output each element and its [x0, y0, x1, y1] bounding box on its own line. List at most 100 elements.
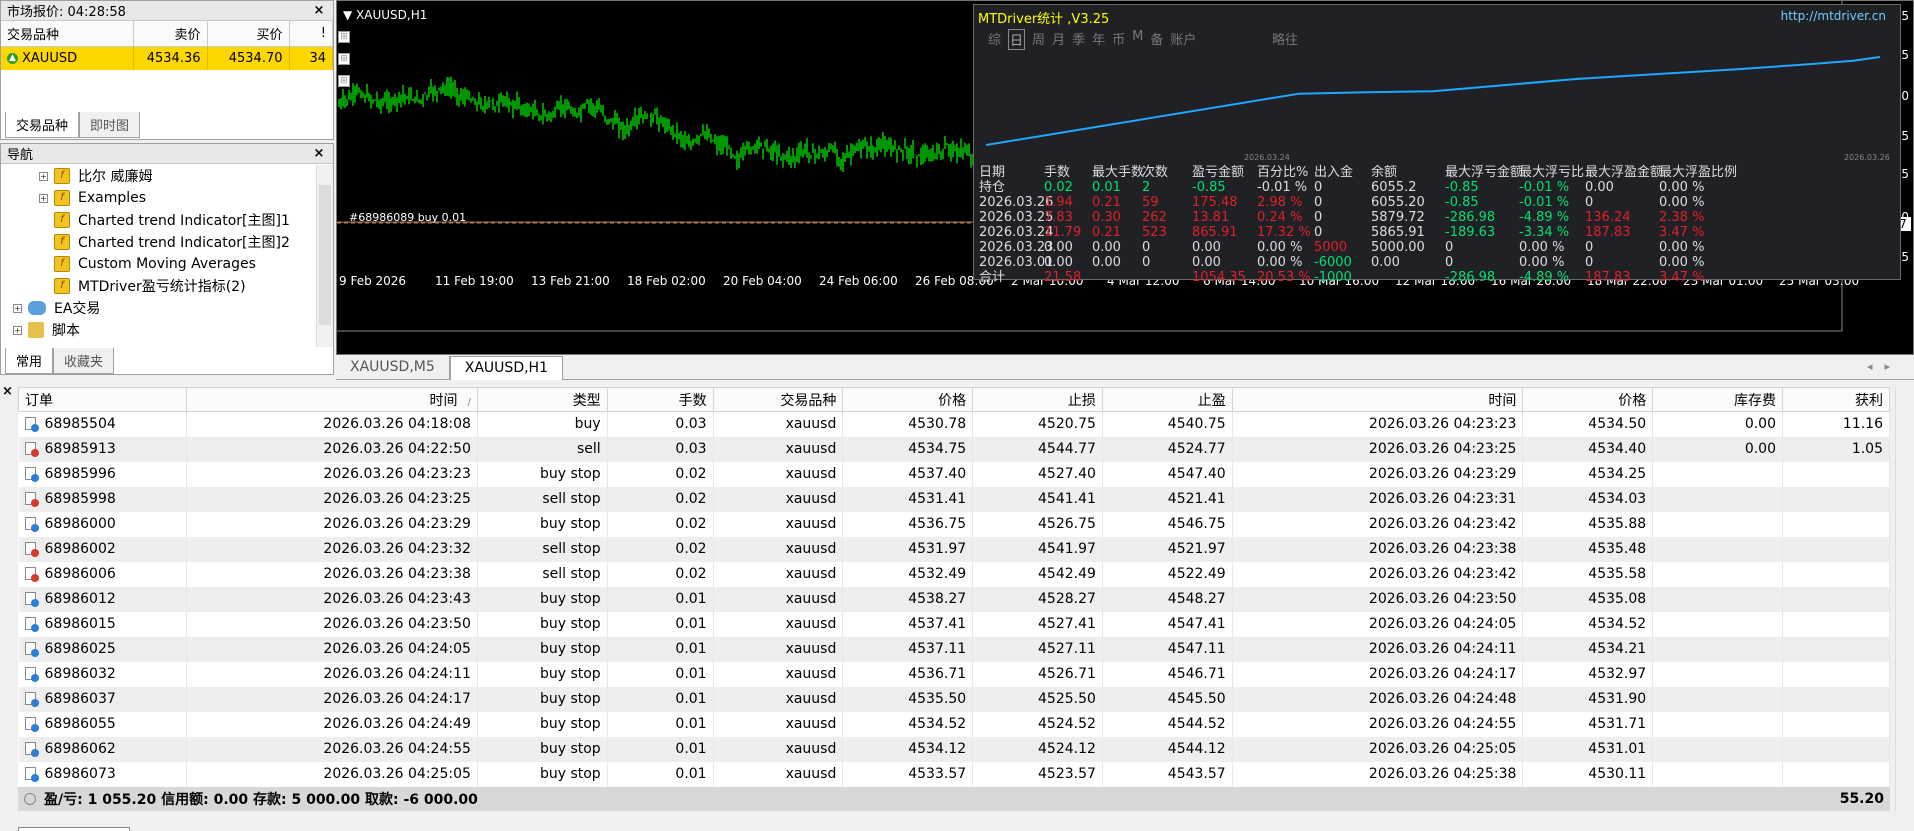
stats-cell: 0.00 — [1192, 255, 1221, 270]
period-tab[interactable]: M — [1132, 29, 1143, 50]
panel-toggle-icon[interactable]: ⊞ — [338, 53, 350, 65]
tab-tick-chart[interactable]: 即时图 — [79, 112, 141, 138]
column-header[interactable]: 价格 — [1522, 387, 1654, 412]
column-header[interactable]: 交易品种 — [712, 387, 844, 412]
period-tab[interactable]: 季 — [1072, 29, 1085, 50]
table-cell: 0.02 — [607, 536, 714, 562]
column-header[interactable]: 时间 / — [186, 387, 478, 412]
market-watch-table: 交易品种 卖价 买价 ! ▲ XAUUSD 4534.36 4534.70 34 — [1, 21, 333, 70]
table-row[interactable]: 68986012 2026.03.26 04:23:43 buy stop 0.01 x… — [18, 586, 1891, 612]
period-tab[interactable]: 账户 — [1170, 29, 1196, 50]
table-cell — [1652, 561, 1783, 587]
terminal-bottom-tab[interactable] — [18, 827, 130, 831]
navigator-item[interactable]: f Custom Moving Averages — [1, 253, 317, 275]
column-header[interactable]: 价格 — [842, 387, 974, 412]
buy-order-icon — [24, 617, 39, 632]
period-tab[interactable]: 周 — [1032, 29, 1045, 50]
table-row[interactable]: 68986032 2026.03.26 04:24:11 buy stop 0.01 x… — [18, 661, 1891, 687]
tab-chart-m5[interactable]: XAUUSD,M5 — [336, 356, 450, 380]
tab-symbols[interactable]: 交易品种 — [5, 112, 80, 138]
navigator-titlebar: 导航 × — [1, 144, 333, 164]
tab-favorites[interactable]: 收藏夹 — [53, 348, 115, 374]
column-header[interactable]: 订单 — [17, 387, 188, 412]
tab-chart-h1[interactable]: XAUUSD,H1 — [449, 356, 563, 380]
table-cell: xauusd — [713, 636, 844, 662]
expand-icon[interactable]: + — [13, 303, 22, 313]
buy-order-icon — [24, 667, 39, 682]
column-header-spread[interactable]: ! — [289, 21, 333, 47]
scroll-thumb[interactable] — [319, 185, 331, 325]
column-header[interactable]: 手数 — [606, 387, 714, 412]
column-header-symbol[interactable]: 交易品种 — [1, 21, 134, 47]
price-chart[interactable]: ▼ XAUUSD,H1 5435.955218.455005.304792.15… — [336, 0, 1914, 355]
stats-cell: 17.32 % — [1257, 225, 1311, 240]
table-row[interactable]: 68986073 2026.03.26 04:25:05 buy stop 0.01 x… — [18, 761, 1891, 787]
tab-common[interactable]: 常用 — [5, 348, 54, 374]
table-row[interactable]: 68986037 2026.03.26 04:24:17 buy stop 0.01 x… — [18, 686, 1891, 712]
mtdriver-url[interactable]: http://mtdriver.cn — [1781, 9, 1886, 23]
column-header-ask[interactable]: 买价 — [207, 21, 290, 47]
navigator-item[interactable]: f Charted trend Indicator[主图]2 — [1, 231, 317, 253]
symbol-name: XAUUSD — [22, 50, 78, 66]
table-row[interactable]: 68986002 2026.03.26 04:23:32 sell stop 0.02… — [18, 536, 1891, 562]
column-header[interactable]: 类型 — [476, 387, 608, 412]
navigator-item-label: 脚本 — [52, 323, 80, 339]
symbol-cell[interactable]: ▲ XAUUSD — [1, 46, 134, 70]
table-row[interactable]: 68986015 2026.03.26 04:23:50 buy stop 0.01 x… — [18, 611, 1891, 637]
panel-toggle-icon[interactable]: ⊞ — [338, 31, 350, 43]
stats-cell: 0 — [1445, 240, 1454, 255]
market-watch-row[interactable]: ▲ XAUUSD 4534.36 4534.70 34 — [1, 46, 333, 70]
close-icon[interactable]: × — [311, 3, 327, 18]
column-header[interactable]: 获利 — [1781, 387, 1891, 412]
panel-toggle-icon[interactable]: ⊞ — [338, 75, 350, 87]
period-tab[interactable]: 综 — [988, 29, 1001, 50]
close-icon[interactable]: × — [2, 384, 13, 399]
tab-scroll-arrows[interactable]: ◂▸ — [1867, 360, 1902, 373]
table-cell — [1652, 486, 1783, 512]
stats-cell: 0.30 — [1092, 210, 1121, 225]
navigator-scrollbar[interactable] — [316, 165, 333, 347]
terminal-scrollbar[interactable] — [1895, 387, 1912, 811]
navigator-item[interactable]: f Charted trend Indicator[主图]1 — [1, 209, 317, 231]
column-header-bid[interactable]: 卖价 — [133, 21, 208, 47]
navigator-item[interactable]: + f 比尔 威廉姆 — [1, 165, 317, 187]
column-header-label: 获利 — [1855, 392, 1883, 409]
table-cell: 2026.03.26 04:24:55 — [186, 736, 478, 762]
table-cell: 4527.41 — [972, 611, 1103, 637]
stats-cell: 1.94 — [1044, 195, 1073, 210]
navigator-item[interactable]: + f Examples — [1, 187, 317, 209]
table-row[interactable]: 68985504 2026.03.26 04:18:08 buy 0.03 xauusd… — [18, 411, 1891, 437]
table-cell: 4545.50 — [1102, 686, 1233, 712]
table-cell — [1652, 536, 1783, 562]
expand-icon[interactable]: + — [13, 325, 22, 335]
expand-icon[interactable]: + — [39, 171, 48, 181]
close-icon[interactable]: × — [311, 146, 327, 161]
table-row[interactable]: 68985998 2026.03.26 04:23:25 sell stop 0.02… — [18, 486, 1891, 512]
expand-icon[interactable]: + — [39, 193, 48, 203]
period-tab[interactable]: 月 — [1052, 29, 1065, 50]
column-header[interactable]: 库存费 — [1652, 387, 1783, 412]
table-cell: 4541.97 — [972, 536, 1103, 562]
order-ticket: 68986015 — [44, 616, 116, 632]
stats-cell: 523 — [1142, 225, 1167, 240]
table-cell: 2026.03.26 04:23:50 — [1232, 586, 1524, 612]
table-row[interactable]: 68986000 2026.03.26 04:23:29 buy stop 0.02 x… — [18, 511, 1891, 537]
table-row[interactable]: 68985913 2026.03.26 04:22:50 sell 0.03 xauus… — [18, 436, 1891, 462]
order-direction-dot — [30, 699, 39, 707]
stats-cell: 0 — [1314, 180, 1323, 195]
table-row[interactable]: 68986006 2026.03.26 04:23:38 sell stop 0.02… — [18, 561, 1891, 587]
period-tab[interactable]: 日 — [1008, 29, 1026, 50]
table-row[interactable]: 68986025 2026.03.26 04:24:05 buy stop 0.01 x… — [18, 636, 1891, 662]
column-header[interactable]: 止损 — [972, 387, 1103, 412]
column-header[interactable]: 止盈 — [1101, 387, 1233, 412]
table-row[interactable]: 68985996 2026.03.26 04:23:23 buy stop 0.02 x… — [18, 461, 1891, 487]
table-row[interactable]: 68986062 2026.03.26 04:24:55 buy stop 0.01 x… — [18, 736, 1891, 762]
table-row[interactable]: 68986055 2026.03.26 04:24:49 buy stop 0.01 x… — [18, 711, 1891, 737]
navigator-item[interactable]: + 脚本 — [1, 319, 317, 341]
period-tab[interactable]: 备 — [1150, 29, 1163, 50]
navigator-item[interactable]: f MTDriver盈亏统计指标(2) — [1, 275, 317, 297]
navigator-item[interactable]: + EA交易 — [1, 297, 317, 319]
column-header[interactable]: 时间 — [1231, 387, 1524, 412]
period-tab[interactable]: 年 — [1092, 29, 1105, 50]
period-tab[interactable]: 币 — [1112, 29, 1125, 50]
